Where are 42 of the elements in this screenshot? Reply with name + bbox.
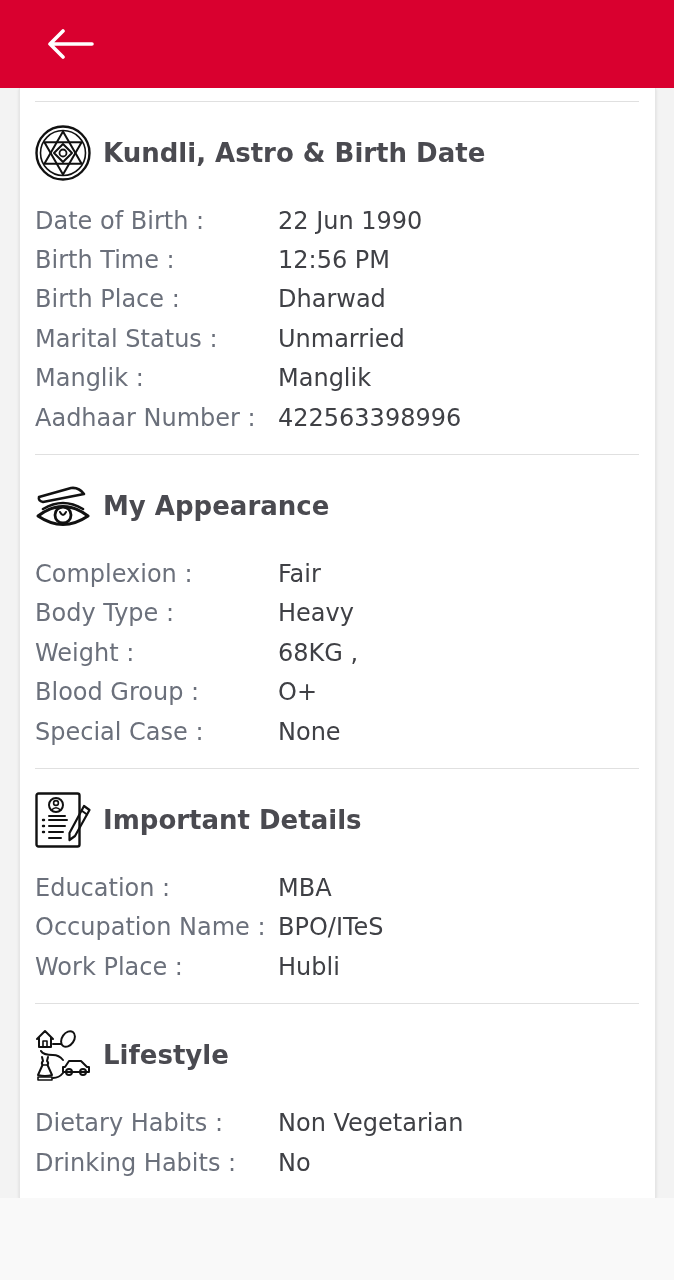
field-label: Drinking Habits : xyxy=(35,1150,238,1175)
section-title: Kundli, Astro & Birth Date xyxy=(103,140,486,166)
field-value: Hubli xyxy=(278,954,341,979)
field-label: Birth Time : xyxy=(35,248,176,273)
eye-icon xyxy=(35,485,91,528)
field-value: MBA xyxy=(278,876,333,900)
field-value: Heavy xyxy=(278,601,355,626)
section-title: Lifestyle xyxy=(103,1042,229,1069)
field-label: Weight : xyxy=(35,640,136,665)
field-value: None xyxy=(278,719,342,744)
field-value: Dharwad xyxy=(278,287,387,312)
field-value: Non Vegetarian xyxy=(278,1111,465,1136)
field-value: No xyxy=(278,1150,312,1175)
field-value: Unmarried xyxy=(278,326,406,351)
field-label: Body Type : xyxy=(35,601,176,626)
section-title: Important Details xyxy=(103,807,362,834)
field-value: 68KG , xyxy=(278,640,360,665)
back-button[interactable] xyxy=(48,29,94,59)
field-value: BPO/ITeS xyxy=(278,915,385,940)
field-label: Occupation Name : xyxy=(35,915,267,940)
field-label: Education : xyxy=(35,876,172,900)
field-label: Complexion : xyxy=(35,562,194,587)
field-label: Special Case : xyxy=(35,719,205,744)
field-label: Birth Place : xyxy=(35,287,181,312)
hexagram-icon xyxy=(35,125,91,181)
field-label: Manglik : xyxy=(35,366,145,391)
field-value: O+ xyxy=(278,680,318,705)
field-value: Fair xyxy=(278,562,322,587)
field-label: Date of Birth : xyxy=(35,208,206,233)
document-pencil-icon xyxy=(35,792,91,849)
field-label: Marital Status : xyxy=(35,326,219,351)
house-car-dress-icon xyxy=(35,1027,91,1084)
field-label: Dietary Habits : xyxy=(35,1111,224,1136)
field-value: 22 Jun 1990 xyxy=(278,208,424,233)
field-value: 422563398996 xyxy=(278,405,463,430)
field-value: Manglik xyxy=(278,366,373,391)
field-label: Work Place : xyxy=(35,954,184,979)
section-title: My Appearance xyxy=(103,493,330,520)
field-label: Blood Group : xyxy=(35,680,201,705)
back-arrow-icon xyxy=(48,29,94,59)
field-label: Aadhaar Number : xyxy=(35,405,257,430)
field-value: 12:56 PM xyxy=(278,248,391,273)
